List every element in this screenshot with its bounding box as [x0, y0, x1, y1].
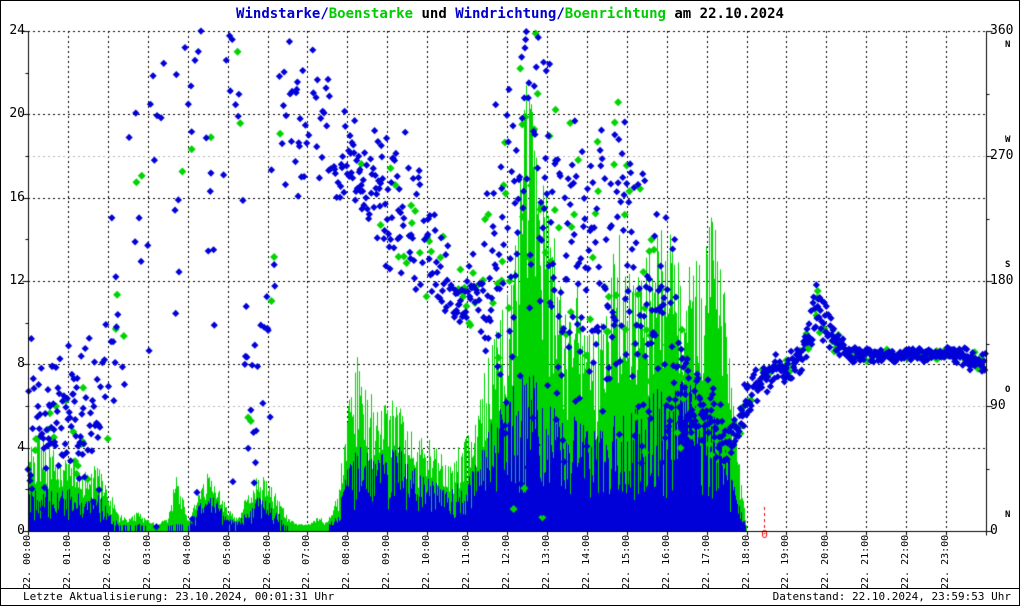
y-left-tick-label: 8 [17, 356, 25, 372]
y-right-tick-label: 0 [990, 523, 998, 538]
y-left-tick-label: 4 [17, 439, 25, 455]
x-tick-label: 22. 17:00 [700, 534, 712, 589]
y-right-tick-label: 360 [990, 23, 1014, 38]
compass-label: S [1005, 260, 1011, 270]
x-tick-label: 22. 12:00 [501, 534, 512, 589]
x-tick-label: 22. 02:00 [101, 534, 113, 589]
y-right-tick-label: 180 [990, 273, 1014, 288]
x-tick-label: 22. 06:00 [261, 534, 273, 589]
x-tick-label: 22. 18:00 [740, 534, 752, 589]
x-tick-label: 22. 03:00 [141, 534, 153, 589]
x-tick-label: 22. 15:00 [620, 534, 632, 589]
x-tick-label: 22. 00:00 [22, 534, 33, 589]
x-tick-label: 22. 16:00 [660, 534, 672, 589]
x-tick-label: 22. 10:00 [421, 534, 433, 589]
y-left-tick-label: 12 [9, 273, 25, 288]
x-tick-label: 22. 21:00 [860, 534, 872, 589]
y-left-tick-label: 16 [9, 189, 25, 205]
compass-label: O [1005, 385, 1011, 395]
x-tick-label: 22. 11:00 [461, 534, 473, 589]
last-update-text: Letzte Aktualisierung: 23.10.2024, 00:01… [23, 590, 335, 603]
weather-chart-page: Windstarke/Boenstarke und Windrichtung/B… [0, 0, 1020, 606]
x-tick-label: 22. 13:00 [540, 534, 552, 589]
compass-label: N [1005, 510, 1011, 520]
x-tick-label: 22. 08:00 [341, 534, 353, 589]
y-right-tick-label: 270 [990, 148, 1014, 163]
x-tick-label: 22. 22:00 [900, 534, 912, 589]
y-left-tick-label: 24 [9, 23, 25, 38]
x-tick-label: 22. 19:00 [780, 534, 792, 589]
x-tick-label: 22. 23:00 [940, 534, 952, 589]
chart-canvas [1, 1, 1019, 587]
x-tick-label: 22. 09:00 [381, 534, 393, 589]
x-tick-label: 22. 14:00 [580, 534, 592, 589]
compass-label: W [1005, 135, 1011, 145]
x-tick-label: 22. 01:00 [61, 534, 73, 589]
data-state-text: Datenstand: 22.10.2024, 23:59:53 Uhr [772, 590, 1011, 603]
x-tick-label: 22. 20:00 [820, 534, 832, 589]
y-right-tick-label: 90 [990, 398, 1006, 413]
y-left-tick-label: 20 [9, 106, 25, 122]
x-tick-label: 22. 04:00 [181, 534, 193, 589]
footer-bar: Letzte Aktualisierung: 23.10.2024, 00:01… [1, 588, 1019, 605]
compass-label: N [1005, 40, 1011, 50]
x-tick-label: 22. 07:00 [301, 534, 313, 589]
x-tick-label: 22. 05:00 [221, 534, 233, 589]
